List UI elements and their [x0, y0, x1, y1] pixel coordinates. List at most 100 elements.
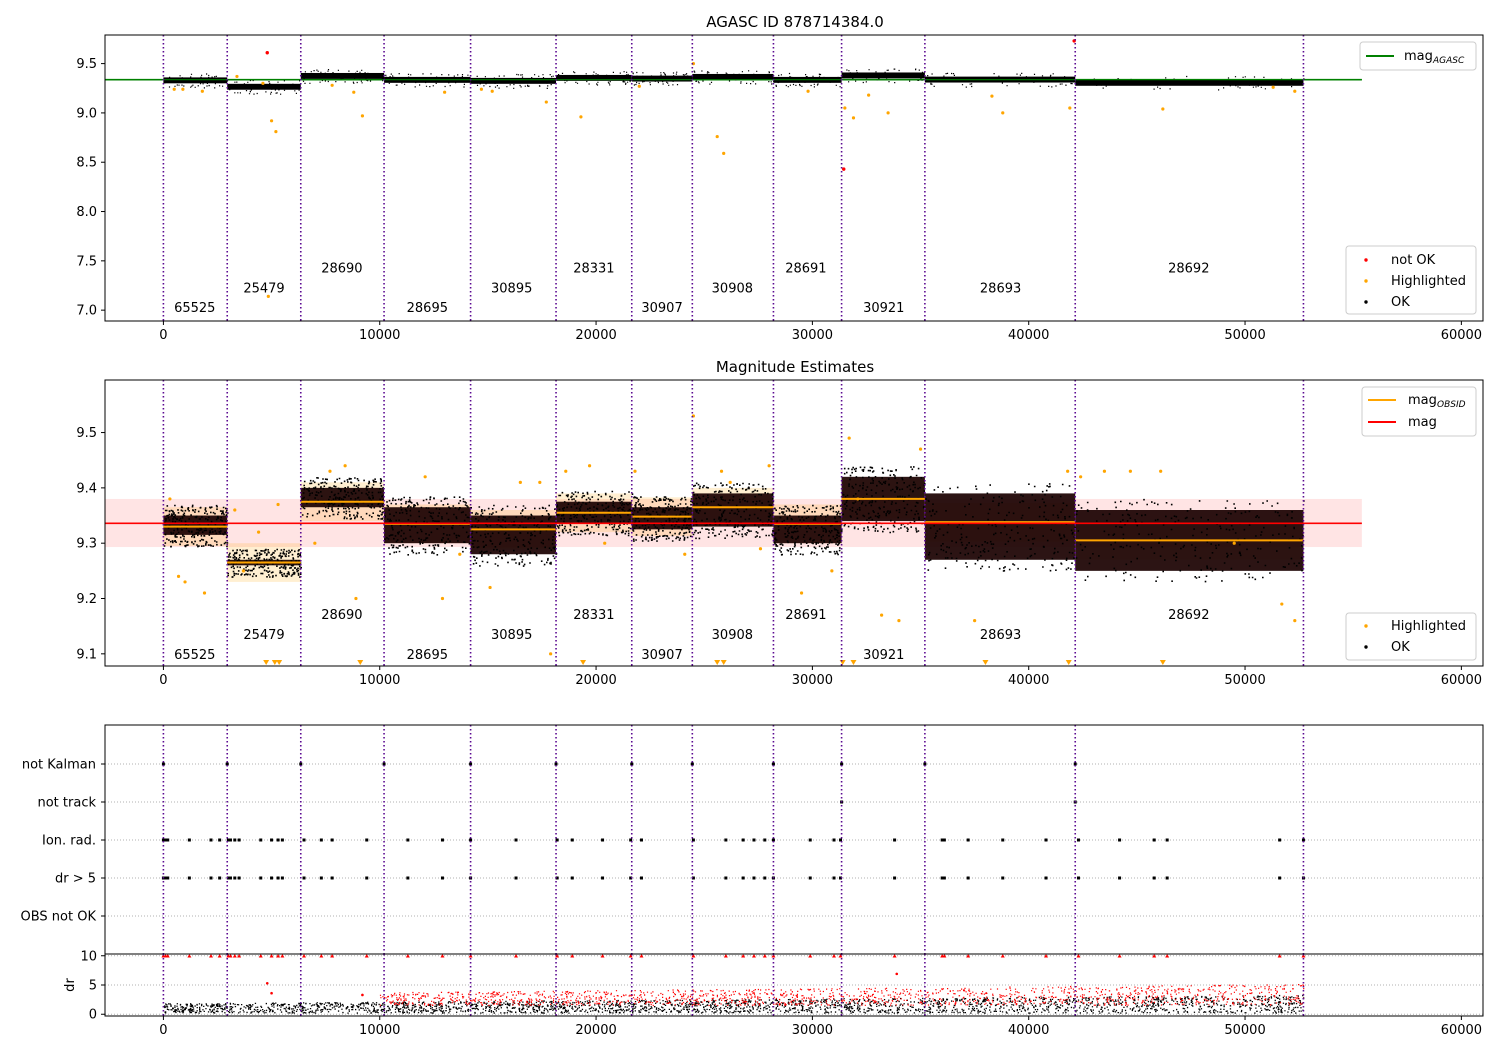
flag-point — [330, 838, 334, 842]
flag-point — [166, 876, 170, 880]
x-tick-label: 30000 — [792, 328, 833, 343]
obsid-label: 25479 — [243, 281, 284, 296]
flag-point — [406, 838, 410, 842]
flag-point — [893, 838, 897, 842]
obsid-label: 28692 — [1168, 262, 1209, 277]
highlighted-point — [856, 497, 860, 501]
flag-point — [259, 876, 263, 880]
x-tick-label: 30000 — [792, 1023, 833, 1038]
flag-category-label: dr > 5 — [55, 872, 96, 887]
highlighted-point — [1293, 619, 1297, 623]
highlighted-point — [235, 74, 239, 79]
flag-point — [209, 838, 213, 842]
obsid-label: 30907 — [641, 648, 682, 663]
y-tick-label: 9.1 — [76, 647, 97, 662]
highlighted-point — [256, 530, 261, 534]
flag-point — [440, 838, 444, 842]
y-tick-label: 7.0 — [76, 304, 97, 319]
flag-point — [270, 876, 274, 880]
x-tick-label: 50000 — [1224, 1023, 1265, 1038]
flag-point — [1076, 876, 1080, 880]
highlighted-point — [918, 447, 923, 451]
highlighted-point — [172, 87, 176, 91]
highlighted-point — [867, 93, 871, 97]
flag-point — [270, 838, 274, 842]
panel-agasc-legend-bottom: not OK Highlighted OK — [1345, 245, 1477, 315]
highlighted-point — [633, 469, 637, 473]
flag-category-label: not track — [37, 796, 96, 811]
obsid-label: 28693 — [980, 281, 1021, 296]
dr-scattered-point — [361, 993, 364, 997]
highlighted-point — [973, 619, 977, 623]
highlighted-point — [276, 502, 280, 507]
flag-point — [330, 876, 334, 880]
flag-point — [514, 838, 518, 842]
flag-point — [601, 876, 605, 880]
x-tick-label: 40000 — [1008, 328, 1049, 343]
flag-category-label: Ion. rad. — [42, 834, 96, 849]
highlighted-point — [490, 89, 494, 93]
legend-mag-label: mag — [1408, 415, 1437, 430]
flag-point — [365, 876, 369, 880]
flag-point — [942, 838, 946, 842]
obsid-label: 30895 — [491, 281, 532, 296]
flag-point — [233, 876, 237, 880]
obsid-label: 28695 — [407, 648, 448, 663]
flag-point — [302, 838, 306, 842]
flag-point — [942, 876, 946, 880]
y-tick-label: 8.0 — [76, 205, 97, 220]
highlighted-point — [1159, 469, 1163, 473]
flag-point — [514, 876, 518, 880]
ok-points-band — [163, 77, 228, 84]
highlighted-point — [313, 541, 317, 545]
panel-magnitude-legend-bottom: Highlighted OK — [1345, 612, 1477, 661]
highlighted-point — [544, 100, 548, 104]
flag-point — [1152, 838, 1156, 842]
highlighted-point — [443, 90, 447, 94]
flag-point — [237, 876, 241, 880]
highlighted-point — [1232, 541, 1236, 545]
highlighted-point — [181, 87, 185, 91]
highlighted-point — [549, 652, 553, 656]
flag-point — [1165, 838, 1169, 842]
flag-category-label: not Kalman — [22, 758, 96, 773]
obsid-label: 28331 — [573, 608, 614, 623]
flag-point — [763, 876, 767, 880]
highlighted-point — [637, 84, 641, 88]
flag-point — [570, 876, 574, 880]
obsid-label: 30921 — [863, 648, 904, 663]
x-tick-label: 40000 — [1008, 673, 1049, 688]
x-tick-label: 60000 — [1441, 673, 1482, 688]
highlighted-point — [518, 480, 522, 484]
highlighted-point — [1066, 469, 1070, 473]
flag-point — [808, 838, 812, 842]
y-tick-label: 9.5 — [76, 426, 97, 441]
highlighted-point — [799, 591, 804, 595]
flag-point — [319, 876, 323, 880]
highlighted-point — [728, 480, 732, 484]
flag-point — [752, 838, 756, 842]
highlighted-point — [274, 130, 278, 134]
panel-magnitude-title: Magnitude Estimates — [716, 358, 874, 376]
ok-points-cloud — [773, 515, 842, 544]
highlighted-point — [352, 90, 356, 94]
flag-point — [1044, 876, 1048, 880]
flag-point — [724, 876, 728, 880]
ok-points-band — [470, 77, 557, 84]
highlighted-point — [360, 114, 365, 118]
highlighted-point — [458, 552, 462, 556]
highlighted-point — [843, 106, 847, 110]
y-tick-label: 8.5 — [76, 156, 97, 171]
flag-point — [228, 838, 232, 842]
x-tick-label: 0 — [159, 328, 167, 343]
legend-mag-agasc-label: mag — [1404, 49, 1433, 64]
x-tick-label: 60000 — [1441, 1023, 1482, 1038]
y-tick-label: 9.4 — [76, 481, 97, 496]
x-tick-label: 30000 — [792, 673, 833, 688]
legend-ok: OK — [1391, 295, 1410, 310]
y-tick-label: 9.3 — [76, 537, 97, 552]
flag-point — [365, 838, 369, 842]
flag-point — [1278, 838, 1282, 842]
highlighted-point — [1128, 469, 1132, 473]
highlighted-point — [343, 464, 347, 468]
